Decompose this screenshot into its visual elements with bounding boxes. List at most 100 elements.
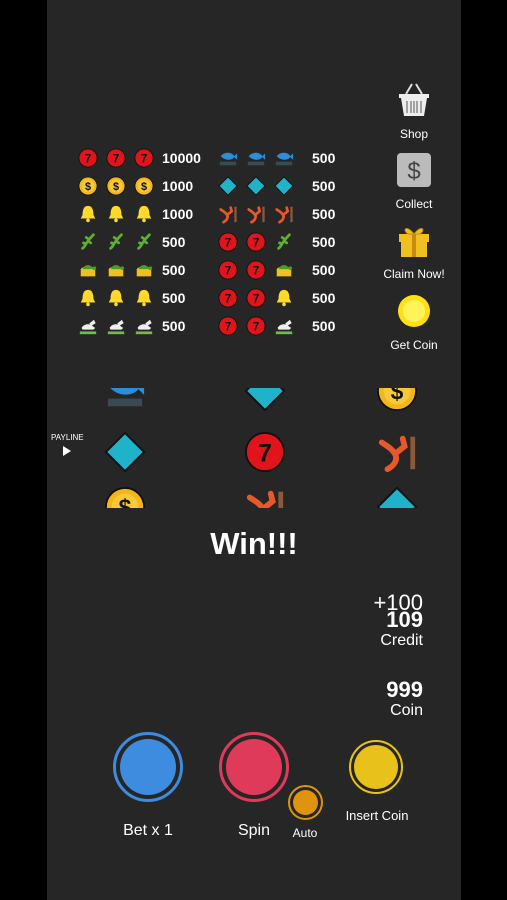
rabbit-icon [106, 316, 128, 338]
bell-icon [106, 204, 128, 226]
fish-icon [274, 148, 296, 170]
seven-icon: 7 [134, 148, 156, 170]
auto-label: Auto [292, 826, 318, 840]
paytable-left-value: 500 [162, 262, 186, 278]
reel-area: $7 $ [77, 388, 437, 508]
insert-coin-button[interactable] [349, 740, 403, 794]
svg-text:$: $ [141, 181, 147, 193]
auto-button-fill [293, 790, 318, 815]
credit-value: 109 [386, 607, 423, 632]
paytable-left-value: 500 [162, 234, 186, 250]
svg-text:7: 7 [225, 236, 232, 250]
bell-icon [78, 204, 100, 226]
turtle-icon [134, 260, 156, 282]
seven-icon: 7 [246, 260, 268, 282]
seven-icon: 7 [218, 232, 240, 254]
lizard-icon [106, 232, 128, 254]
diamond-icon [274, 176, 296, 198]
get-coin-button[interactable]: Get Coin [369, 293, 459, 352]
reel-symbol-dollar-coin-icon: $ [104, 486, 146, 508]
paytable-right-value: 500 [312, 262, 336, 278]
bell-icon [134, 288, 156, 310]
bet-label: Bet x 1 [123, 822, 173, 839]
paytable-left-value: 1000 [162, 178, 194, 194]
reel-symbol-dollar-coin-icon: $ [376, 388, 418, 412]
gift-icon [399, 228, 429, 257]
svg-text:7: 7 [141, 152, 148, 166]
paytable-left-value: 10000 [162, 150, 201, 166]
spin-button[interactable] [219, 732, 289, 802]
paytable-left-value: 500 [162, 290, 186, 306]
collect-label: Collect [395, 197, 433, 211]
auto-button[interactable] [288, 785, 323, 820]
svg-text:7: 7 [225, 292, 232, 306]
payline-arrow-icon [63, 446, 71, 456]
dollar-bill-icon: $ [397, 153, 431, 187]
game-screen: 7 7 7 10000 $ $ $1000 1000 500 500 500 500 500 500 500… [47, 0, 461, 900]
lizard-icon [274, 232, 296, 254]
win-text: Win!!! [210, 526, 298, 561]
reel-symbol-bird-icon [376, 431, 418, 473]
paytable-right-value: 500 [312, 206, 336, 222]
reel-symbol-seven-icon: 7 [244, 431, 286, 473]
turtle-icon [78, 260, 100, 282]
insert-coin-label: Insert Coin [345, 808, 409, 823]
paytable-right-value: 500 [312, 290, 336, 306]
svg-text:7: 7 [253, 292, 260, 306]
svg-text:$: $ [85, 181, 91, 193]
bell-icon [274, 288, 296, 310]
get-coin-label: Get Coin [390, 338, 438, 352]
insert-coin-button-fill [354, 745, 398, 789]
svg-text:7: 7 [253, 236, 260, 250]
svg-text:7: 7 [225, 320, 232, 334]
svg-text:$: $ [113, 181, 119, 193]
svg-text:7: 7 [253, 264, 260, 278]
diamond-icon [218, 176, 240, 198]
shop-label: Shop [399, 127, 429, 141]
diamond-icon [246, 176, 268, 198]
bird-icon [246, 204, 268, 226]
paytable-right-value: 500 [312, 178, 336, 194]
bell-icon [78, 288, 100, 310]
seven-icon: 7 [106, 148, 128, 170]
svg-text:7: 7 [113, 152, 120, 166]
svg-text:$: $ [407, 158, 420, 185]
bet-button[interactable] [113, 732, 183, 802]
bird-icon [274, 204, 296, 226]
svg-text:7: 7 [258, 441, 272, 468]
reel-symbol-diamond-icon [376, 486, 418, 508]
paytable-right-value: 500 [312, 150, 336, 166]
credit-label: Credit [380, 632, 423, 649]
seven-icon: 7 [218, 260, 240, 282]
seven-icon: 7 [246, 288, 268, 310]
reel-symbol-bird-icon [244, 486, 286, 508]
paytable-right-value: 500 [312, 234, 336, 250]
rabbit-icon [274, 316, 296, 338]
bell-icon [106, 288, 128, 310]
bird-icon [218, 204, 240, 226]
coin-value: 999 [386, 677, 423, 702]
svg-text:$: $ [391, 388, 404, 405]
coin-icon [398, 295, 430, 327]
svg-text:7: 7 [225, 264, 232, 278]
coin-label: Coin [390, 702, 423, 719]
rabbit-icon [134, 316, 156, 338]
spin-button-fill [226, 739, 282, 795]
turtle-icon [106, 260, 128, 282]
seven-icon: 7 [78, 148, 100, 170]
seven-icon: 7 [218, 316, 240, 338]
reel-symbol-diamond-icon [104, 431, 146, 473]
bet-button-fill [120, 739, 176, 795]
dollar-coin-icon: $ [134, 176, 156, 198]
claim-now-button[interactable]: Claim Now! [369, 222, 459, 281]
seven-icon: 7 [246, 316, 268, 338]
svg-text:7: 7 [85, 152, 92, 166]
lizard-icon [78, 232, 100, 254]
fish-icon [246, 148, 268, 170]
collect-button[interactable]: $ Collect [369, 152, 459, 211]
shop-button[interactable]: Shop [369, 82, 459, 141]
turtle-icon [274, 260, 296, 282]
paytable-right-value: 500 [312, 318, 336, 334]
reel-symbol-fish-icon [104, 388, 146, 412]
paytable-left-value: 500 [162, 318, 186, 334]
